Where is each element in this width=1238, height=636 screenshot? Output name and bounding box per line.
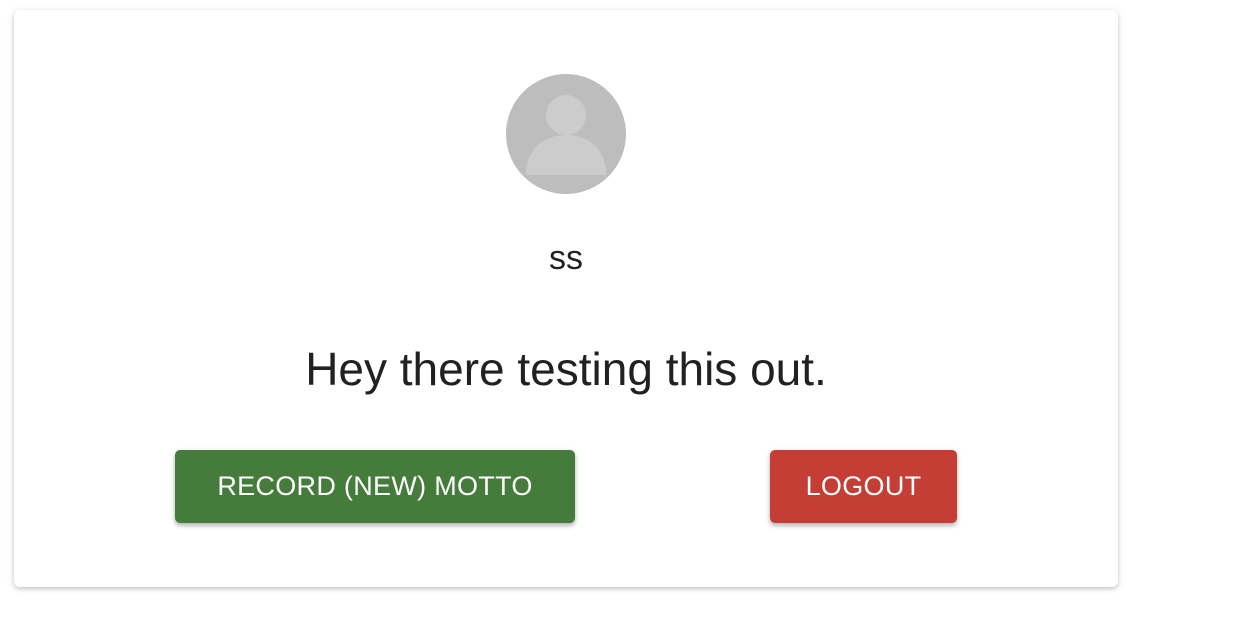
record-motto-button[interactable]: RECORD (NEW) MOTTO (175, 450, 575, 523)
username: ss (549, 239, 583, 277)
profile-card: ss Hey there testing this out. RECORD (N… (14, 10, 1118, 587)
logout-button[interactable]: LOGOUT (770, 450, 957, 523)
motto-text: Hey there testing this out. (305, 343, 827, 395)
avatar (506, 74, 626, 194)
person-placeholder-icon (526, 95, 606, 175)
